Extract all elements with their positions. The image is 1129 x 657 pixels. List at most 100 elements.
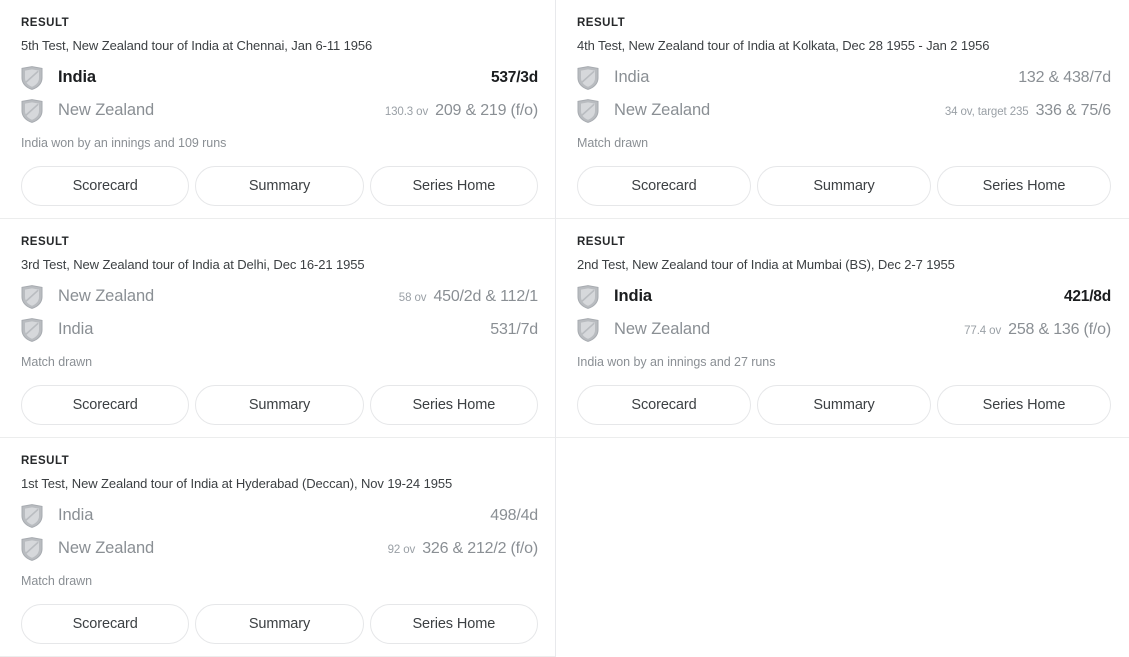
match-outcome-text: Match drawn	[21, 574, 93, 588]
team-identity: New Zealand	[577, 317, 964, 342]
match-actions: Scorecard Summary Series Home	[577, 166, 1111, 206]
team-row: India 421/8d	[577, 280, 1111, 313]
team-name: New Zealand	[614, 320, 711, 338]
team-flag-placeholder-icon	[577, 317, 599, 342]
match-outcome-text: India won by an innings and 27 runs	[577, 355, 776, 369]
match-title[interactable]: 4th Test, New Zealand tour of India at K…	[577, 38, 1111, 54]
team-flag-placeholder-icon	[21, 65, 43, 90]
team-score-group: 537/3d	[491, 69, 538, 87]
match-title[interactable]: 5th Test, New Zealand tour of India at C…	[21, 38, 538, 54]
team-row: India 531/7d	[21, 313, 538, 346]
team-name: New Zealand	[58, 101, 155, 119]
summary-button[interactable]: Summary	[195, 385, 364, 425]
team-score-group: 92 ov 326 & 212/2 (f/o)	[387, 539, 539, 558]
result-status-label: RESULT	[577, 17, 626, 29]
team-score-group: 132 & 438/7d	[1018, 69, 1111, 87]
team-flag-placeholder-icon	[21, 284, 43, 309]
scorecard-button[interactable]: Scorecard	[21, 166, 190, 206]
series-home-button[interactable]: Series Home	[369, 604, 538, 644]
series-home-button[interactable]: Series Home	[369, 166, 538, 206]
team-score: 132 & 438/7d	[1018, 68, 1111, 86]
team-score: 336 & 75/6	[1035, 101, 1112, 119]
team-score: 326 & 212/2 (f/o)	[422, 539, 538, 557]
team-row: New Zealand 130.3 ov 209 & 219 (f/o)	[21, 94, 538, 127]
team-score-group: 58 ov 450/2d & 112/1	[399, 288, 538, 306]
team-identity: New Zealand	[21, 284, 399, 309]
team-scores-list: India 421/8d New Zealand 77.4 ov 258 & 136 (…	[577, 280, 1111, 346]
team-name: India	[58, 68, 97, 86]
team-score: 421/8d	[1063, 287, 1111, 305]
scorecard-button[interactable]: Scorecard	[577, 166, 751, 206]
match-outcome-text: India won by an innings and 109 runs	[21, 136, 227, 150]
team-score-group: 77.4 ov 258 & 136 (f/o)	[964, 321, 1111, 339]
team-flag-placeholder-icon	[577, 98, 599, 123]
result-status-label: RESULT	[577, 236, 626, 248]
team-score: 531/7d	[490, 320, 538, 338]
scorecard-button[interactable]: Scorecard	[21, 604, 190, 644]
team-row: New Zealand 34 ov, target 235 336 & 75/6	[577, 94, 1111, 127]
scorecard-button[interactable]: Scorecard	[21, 385, 190, 425]
team-name: New Zealand	[58, 287, 155, 305]
match-card-3: RESULT 3rd Test, New Zealand tour of Ind…	[0, 219, 556, 438]
empty-grid-cell	[556, 438, 1129, 657]
team-row: New Zealand 92 ov 326 & 212/2 (f/o)	[21, 532, 538, 565]
team-score-group: 130.3 ov 209 & 219 (f/o)	[385, 102, 538, 120]
series-home-button[interactable]: Series Home	[937, 385, 1111, 425]
series-home-button[interactable]: Series Home	[937, 166, 1111, 206]
match-outcome-text: Match drawn	[577, 136, 649, 150]
team-flag-placeholder-icon	[21, 317, 43, 342]
team-identity: New Zealand	[577, 98, 945, 123]
team-identity: India	[21, 65, 491, 90]
summary-button[interactable]: Summary	[757, 166, 931, 206]
team-scores-list: New Zealand 58 ov 450/2d & 112/1 India 531/7…	[21, 280, 538, 346]
team-identity: New Zealand	[21, 98, 385, 123]
team-identity: India	[577, 65, 1018, 90]
team-score-group: 421/8d	[1064, 288, 1111, 306]
match-card-2: RESULT 4th Test, New Zealand tour of Ind…	[556, 0, 1129, 219]
team-row: India 537/3d	[21, 61, 538, 94]
result-status-label: RESULT	[21, 236, 70, 248]
team-name: India	[614, 287, 653, 305]
summary-button[interactable]: Summary	[757, 385, 931, 425]
match-actions: Scorecard Summary Series Home	[577, 385, 1111, 425]
match-title[interactable]: 2nd Test, New Zealand tour of India at M…	[577, 257, 1111, 273]
team-name: India	[614, 68, 650, 86]
match-card-5: RESULT 1st Test, New Zealand tour of Ind…	[0, 438, 556, 657]
scorecard-button[interactable]: Scorecard	[577, 385, 751, 425]
team-flag-placeholder-icon	[21, 503, 43, 528]
team-flag-placeholder-icon	[21, 536, 43, 561]
team-flag-placeholder-icon	[21, 98, 43, 123]
team-scores-list: India 498/4d New Zealand 92 ov 326 & 212/2 (…	[21, 499, 538, 565]
team-score-group: 498/4d	[490, 507, 538, 525]
team-name: New Zealand	[614, 101, 711, 119]
team-identity: New Zealand	[21, 536, 388, 561]
result-status-label: RESULT	[21, 455, 70, 467]
match-actions: Scorecard Summary Series Home	[21, 385, 538, 425]
team-overs: 34 ov, target 235	[944, 105, 1029, 118]
team-score-group: 34 ov, target 235 336 & 75/6	[945, 102, 1111, 120]
team-row: New Zealand 58 ov 450/2d & 112/1	[21, 280, 538, 313]
team-score-group: 531/7d	[490, 321, 538, 339]
match-title[interactable]: 3rd Test, New Zealand tour of India at D…	[21, 257, 538, 273]
match-actions: Scorecard Summary Series Home	[21, 604, 538, 644]
team-row: India 498/4d	[21, 499, 538, 532]
summary-button[interactable]: Summary	[195, 166, 364, 206]
team-score: 209 & 219 (f/o)	[435, 101, 538, 119]
team-overs: 77.4 ov	[964, 324, 1002, 337]
team-identity: India	[21, 503, 490, 528]
team-score: 498/4d	[490, 506, 538, 524]
match-outcome-text: Match drawn	[21, 355, 93, 369]
team-identity: India	[577, 284, 1064, 309]
team-score: 258 & 136 (f/o)	[1008, 320, 1111, 338]
team-scores-list: India 537/3d New Zealand 130.3 ov 209 & 219 …	[21, 61, 538, 127]
team-score: 537/3d	[490, 68, 538, 86]
match-actions: Scorecard Summary Series Home	[21, 166, 538, 206]
match-title[interactable]: 1st Test, New Zealand tour of India at H…	[21, 476, 538, 492]
team-flag-placeholder-icon	[577, 65, 599, 90]
summary-button[interactable]: Summary	[195, 604, 364, 644]
team-overs: 58 ov	[398, 291, 427, 304]
team-identity: India	[21, 317, 490, 342]
team-overs: 92 ov	[387, 543, 416, 556]
series-home-button[interactable]: Series Home	[369, 385, 538, 425]
match-card-4: RESULT 2nd Test, New Zealand tour of Ind…	[556, 219, 1129, 438]
